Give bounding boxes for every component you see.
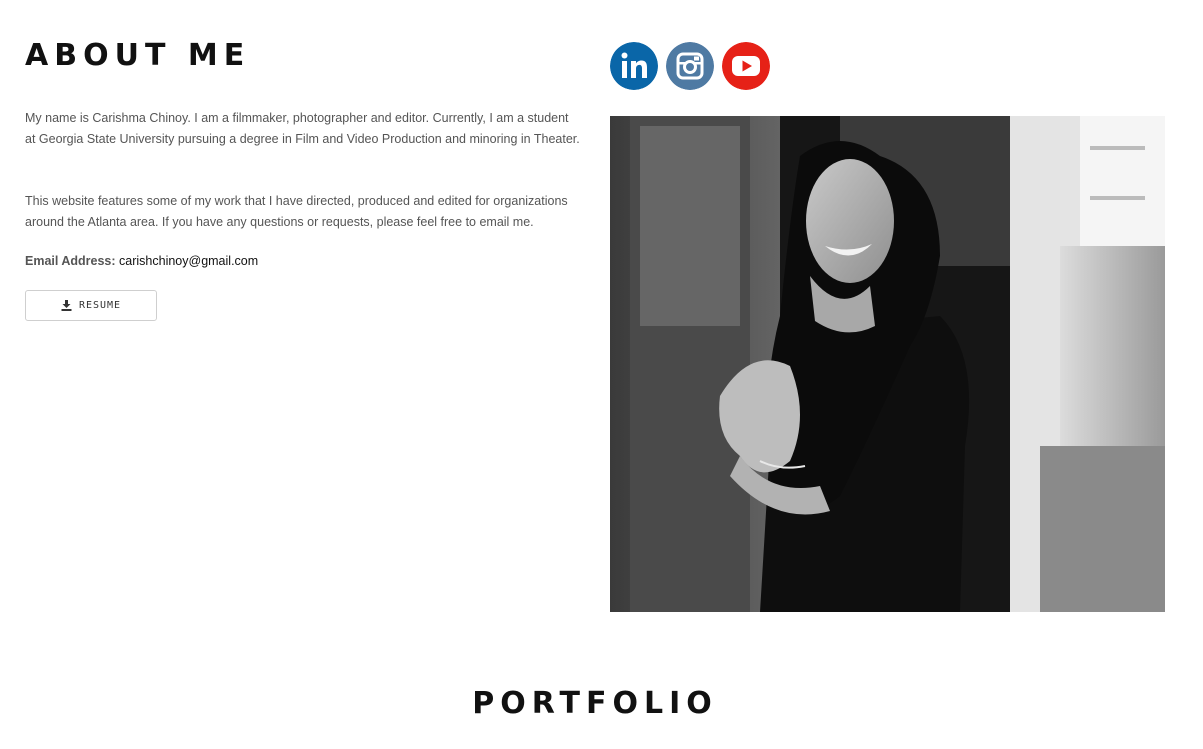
bio-paragraph-1: My name is Carishma Chinoy. I am a filmm… bbox=[25, 111, 580, 146]
resume-button[interactable]: RESUME bbox=[25, 290, 157, 321]
bio-paragraph-2: This website features some of my work th… bbox=[25, 194, 568, 229]
portfolio-title: PORTFOLIO bbox=[472, 686, 718, 721]
email-label: Email Address: bbox=[25, 254, 116, 268]
linkedin-icon[interactable] bbox=[610, 42, 658, 90]
instagram-icon[interactable] bbox=[666, 42, 714, 90]
about-title: ABOUT ME bbox=[25, 38, 251, 73]
download-icon bbox=[61, 300, 72, 311]
social-links bbox=[610, 42, 770, 90]
email-line: Email Address: carishchinoy@gmail.com bbox=[25, 251, 258, 272]
portrait-photo bbox=[610, 116, 1165, 612]
email-link[interactable]: carishchinoy@gmail.com bbox=[119, 254, 258, 268]
portrait-image bbox=[610, 116, 1165, 612]
youtube-icon[interactable] bbox=[722, 42, 770, 90]
resume-label: RESUME bbox=[78, 300, 122, 311]
